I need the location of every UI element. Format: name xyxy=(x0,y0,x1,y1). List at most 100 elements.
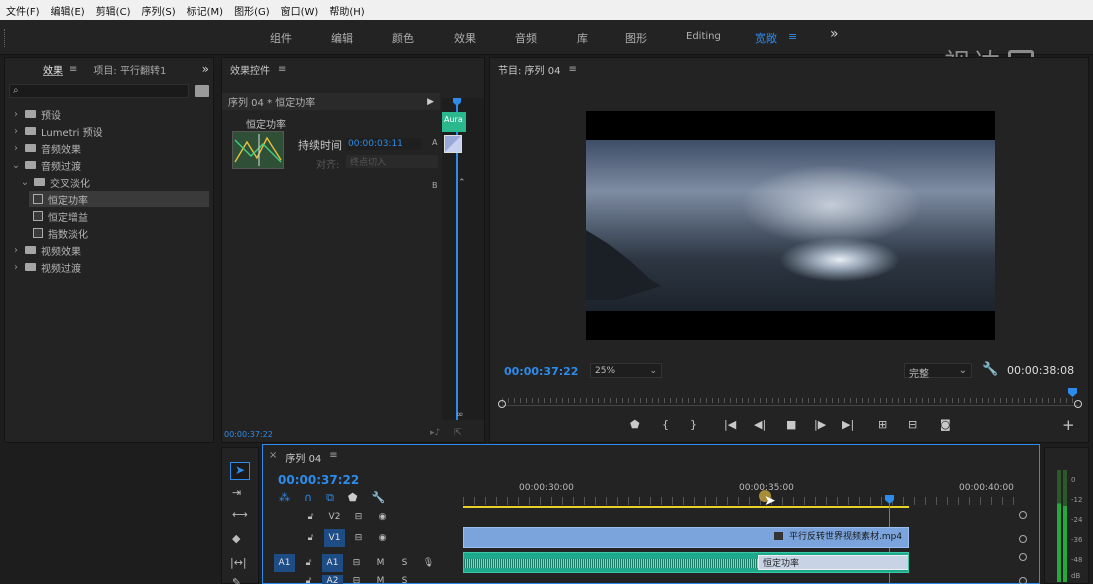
track-label-v2[interactable]: V2 xyxy=(324,508,345,526)
mini-transition[interactable] xyxy=(444,135,462,153)
chevron-down-icon[interactable]: ⌄ xyxy=(20,177,30,188)
tab-effects-menu-icon[interactable]: ≡ xyxy=(69,64,77,75)
chevron-right-icon[interactable]: › xyxy=(11,109,21,120)
workspace-libraries[interactable]: 库 xyxy=(577,30,588,46)
scrub-end-handle[interactable] xyxy=(1074,400,1082,408)
solo-button[interactable]: S xyxy=(394,575,415,584)
program-current-timecode[interactable]: 00:00:37:22 xyxy=(504,365,578,378)
timeline-tab[interactable]: × 序列 04 ≡ xyxy=(269,450,338,465)
workspace-effects[interactable]: 效果 xyxy=(454,30,476,46)
tree-item[interactable]: ⌄ 交叉淡化 xyxy=(20,174,90,190)
menu-item[interactable]: 编辑(E) xyxy=(51,3,85,18)
mute-button[interactable]: M xyxy=(370,575,391,584)
scrub-start-handle[interactable] xyxy=(498,400,506,408)
effect-controls-title[interactable]: 效果控件 xyxy=(230,62,270,77)
audio-clip[interactable]: 恒定功率 xyxy=(463,552,909,573)
tree-item[interactable]: › 视频过渡 xyxy=(11,259,81,275)
camera-icon[interactable]: ◙ xyxy=(940,418,951,431)
filter-icon[interactable]: ▸♪ xyxy=(430,428,440,438)
search-input[interactable]: ⌕ xyxy=(9,84,189,98)
lock-icon[interactable]: 🔓︎ xyxy=(298,575,319,584)
menu-item[interactable]: 标记(M) xyxy=(187,3,223,18)
track-select-tool-icon[interactable]: ⇥ xyxy=(232,486,241,499)
timeline-ruler[interactable]: 00:00:30:00 00:00:35:00 00:00:40:00 ➤ xyxy=(463,473,1023,509)
work-area-bar[interactable] xyxy=(463,506,909,508)
chevron-right-icon[interactable]: › xyxy=(11,143,21,154)
menu-item[interactable]: 文件(F) xyxy=(6,3,40,18)
chevron-right-icon[interactable]: › xyxy=(11,245,21,256)
program-monitor-menu-icon[interactable]: ≡ xyxy=(568,64,576,75)
go-to-in-icon[interactable]: |◀ xyxy=(724,418,736,431)
scroll-handle-mid[interactable] xyxy=(1019,535,1027,543)
tree-item[interactable]: 恒定增益 xyxy=(29,208,88,224)
sync-toggle-icon[interactable]: ⊟ xyxy=(346,575,367,584)
panel-more-icon[interactable]: » xyxy=(202,62,209,76)
pen-tool-icon[interactable]: ✎ xyxy=(232,576,241,584)
tree-item[interactable]: ⌄ 音频过渡 xyxy=(11,157,81,173)
audio-transition[interactable]: 恒定功率 xyxy=(758,555,908,570)
menu-item[interactable]: 剪辑(C) xyxy=(96,3,131,18)
mini-playhead-handle[interactable] xyxy=(453,98,461,106)
add-marker-icon[interactable]: ⬟ xyxy=(348,491,358,505)
eye-icon[interactable]: ◉ xyxy=(372,529,393,547)
workspace-more-icon[interactable]: » xyxy=(830,26,839,42)
effect-mini-timeline[interactable]: Aura ⌃ ∞ xyxy=(442,98,484,420)
workspace-color[interactable]: 颜色 xyxy=(392,30,414,46)
chevron-right-icon[interactable]: › xyxy=(11,262,21,273)
tab-project[interactable]: 项目: 平行翻转1 xyxy=(93,62,166,77)
sync-toggle-icon[interactable]: ⊟ xyxy=(348,529,369,547)
menu-item[interactable]: 图形(G) xyxy=(234,3,270,18)
workspace-spacious[interactable]: 宽敞 xyxy=(755,30,777,46)
extract-icon[interactable]: ⊟ xyxy=(908,418,917,431)
chevron-right-icon[interactable]: › xyxy=(11,126,21,137)
new-bin-icon[interactable] xyxy=(195,85,209,97)
play-only-icon[interactable]: ▶ xyxy=(427,97,434,107)
workspace-audio[interactable]: 音频 xyxy=(515,30,537,46)
timeline-timecode[interactable]: 00:00:37:22 xyxy=(278,473,359,487)
ripple-edit-tool-icon[interactable]: ⟷ xyxy=(232,508,248,521)
export-icon[interactable]: ⇱ xyxy=(454,428,462,438)
track-label-a2[interactable]: A2 xyxy=(322,575,343,584)
linked-selection-icon[interactable]: ⧉ xyxy=(326,491,334,505)
lock-icon[interactable]: 🔓︎ xyxy=(300,508,321,526)
step-back-icon[interactable]: ◀| xyxy=(754,418,766,431)
sync-toggle-icon[interactable]: ⊟ xyxy=(346,554,367,572)
mini-clip-a[interactable]: Aura xyxy=(442,112,466,132)
track-label-v1[interactable]: V1 xyxy=(324,529,345,547)
go-to-out-icon[interactable]: ▶| xyxy=(842,418,854,431)
timeline-menu-icon[interactable]: ≡ xyxy=(329,450,337,465)
program-monitor-title[interactable]: 节目: 序列 04 xyxy=(498,62,560,77)
lock-icon[interactable]: 🔓︎ xyxy=(300,529,321,547)
effect-controls-menu-icon[interactable]: ≡ xyxy=(278,64,286,75)
step-forward-icon[interactable]: |▶ xyxy=(814,418,826,431)
nest-icon[interactable]: ⁂ xyxy=(279,491,290,505)
razor-tool-icon[interactable]: ◆ xyxy=(232,532,240,545)
menu-item[interactable]: 窗口(W) xyxy=(281,3,319,18)
drag-grip[interactable] xyxy=(4,29,6,47)
selection-tool-icon[interactable]: ➤ xyxy=(230,462,250,480)
scroll-handle-bottom[interactable] xyxy=(1019,577,1027,584)
zoom-loop-icon[interactable]: ∞ xyxy=(456,410,464,420)
out-point-icon[interactable]: } xyxy=(690,418,697,431)
workspace-assembly[interactable]: 组件 xyxy=(270,30,292,46)
lock-icon[interactable]: 🔓︎ xyxy=(298,554,319,572)
zoom-select[interactable]: 25% ⌄ xyxy=(590,363,662,378)
tree-item[interactable]: › Lumetri 预设 xyxy=(11,123,103,139)
wrench-icon[interactable]: 🔧 xyxy=(982,362,998,377)
snap-icon[interactable]: ∩ xyxy=(304,491,312,505)
workspace-menu-icon[interactable]: ≡ xyxy=(788,30,797,43)
stop-icon[interactable]: ■ xyxy=(786,418,796,431)
video-preview[interactable] xyxy=(586,111,995,340)
eye-icon[interactable]: ◉ xyxy=(372,508,393,526)
tree-item[interactable]: 指数淡化 xyxy=(29,225,88,241)
scroll-handle-mid2[interactable] xyxy=(1019,553,1027,561)
duration-value[interactable]: 00:00:03:11 xyxy=(346,138,422,150)
close-icon[interactable]: × xyxy=(269,450,277,465)
source-patch-a1[interactable]: A1 xyxy=(274,554,295,572)
sync-toggle-icon[interactable]: ⊟ xyxy=(348,508,369,526)
tree-item[interactable]: › 音频效果 xyxy=(11,140,81,156)
in-point-icon[interactable]: { xyxy=(662,418,669,431)
video-clip[interactable]: 平行反转世界视频素材.mp4 xyxy=(463,527,909,548)
menu-item[interactable]: 序列(S) xyxy=(141,3,175,18)
program-scrub-bar[interactable] xyxy=(502,394,1078,406)
